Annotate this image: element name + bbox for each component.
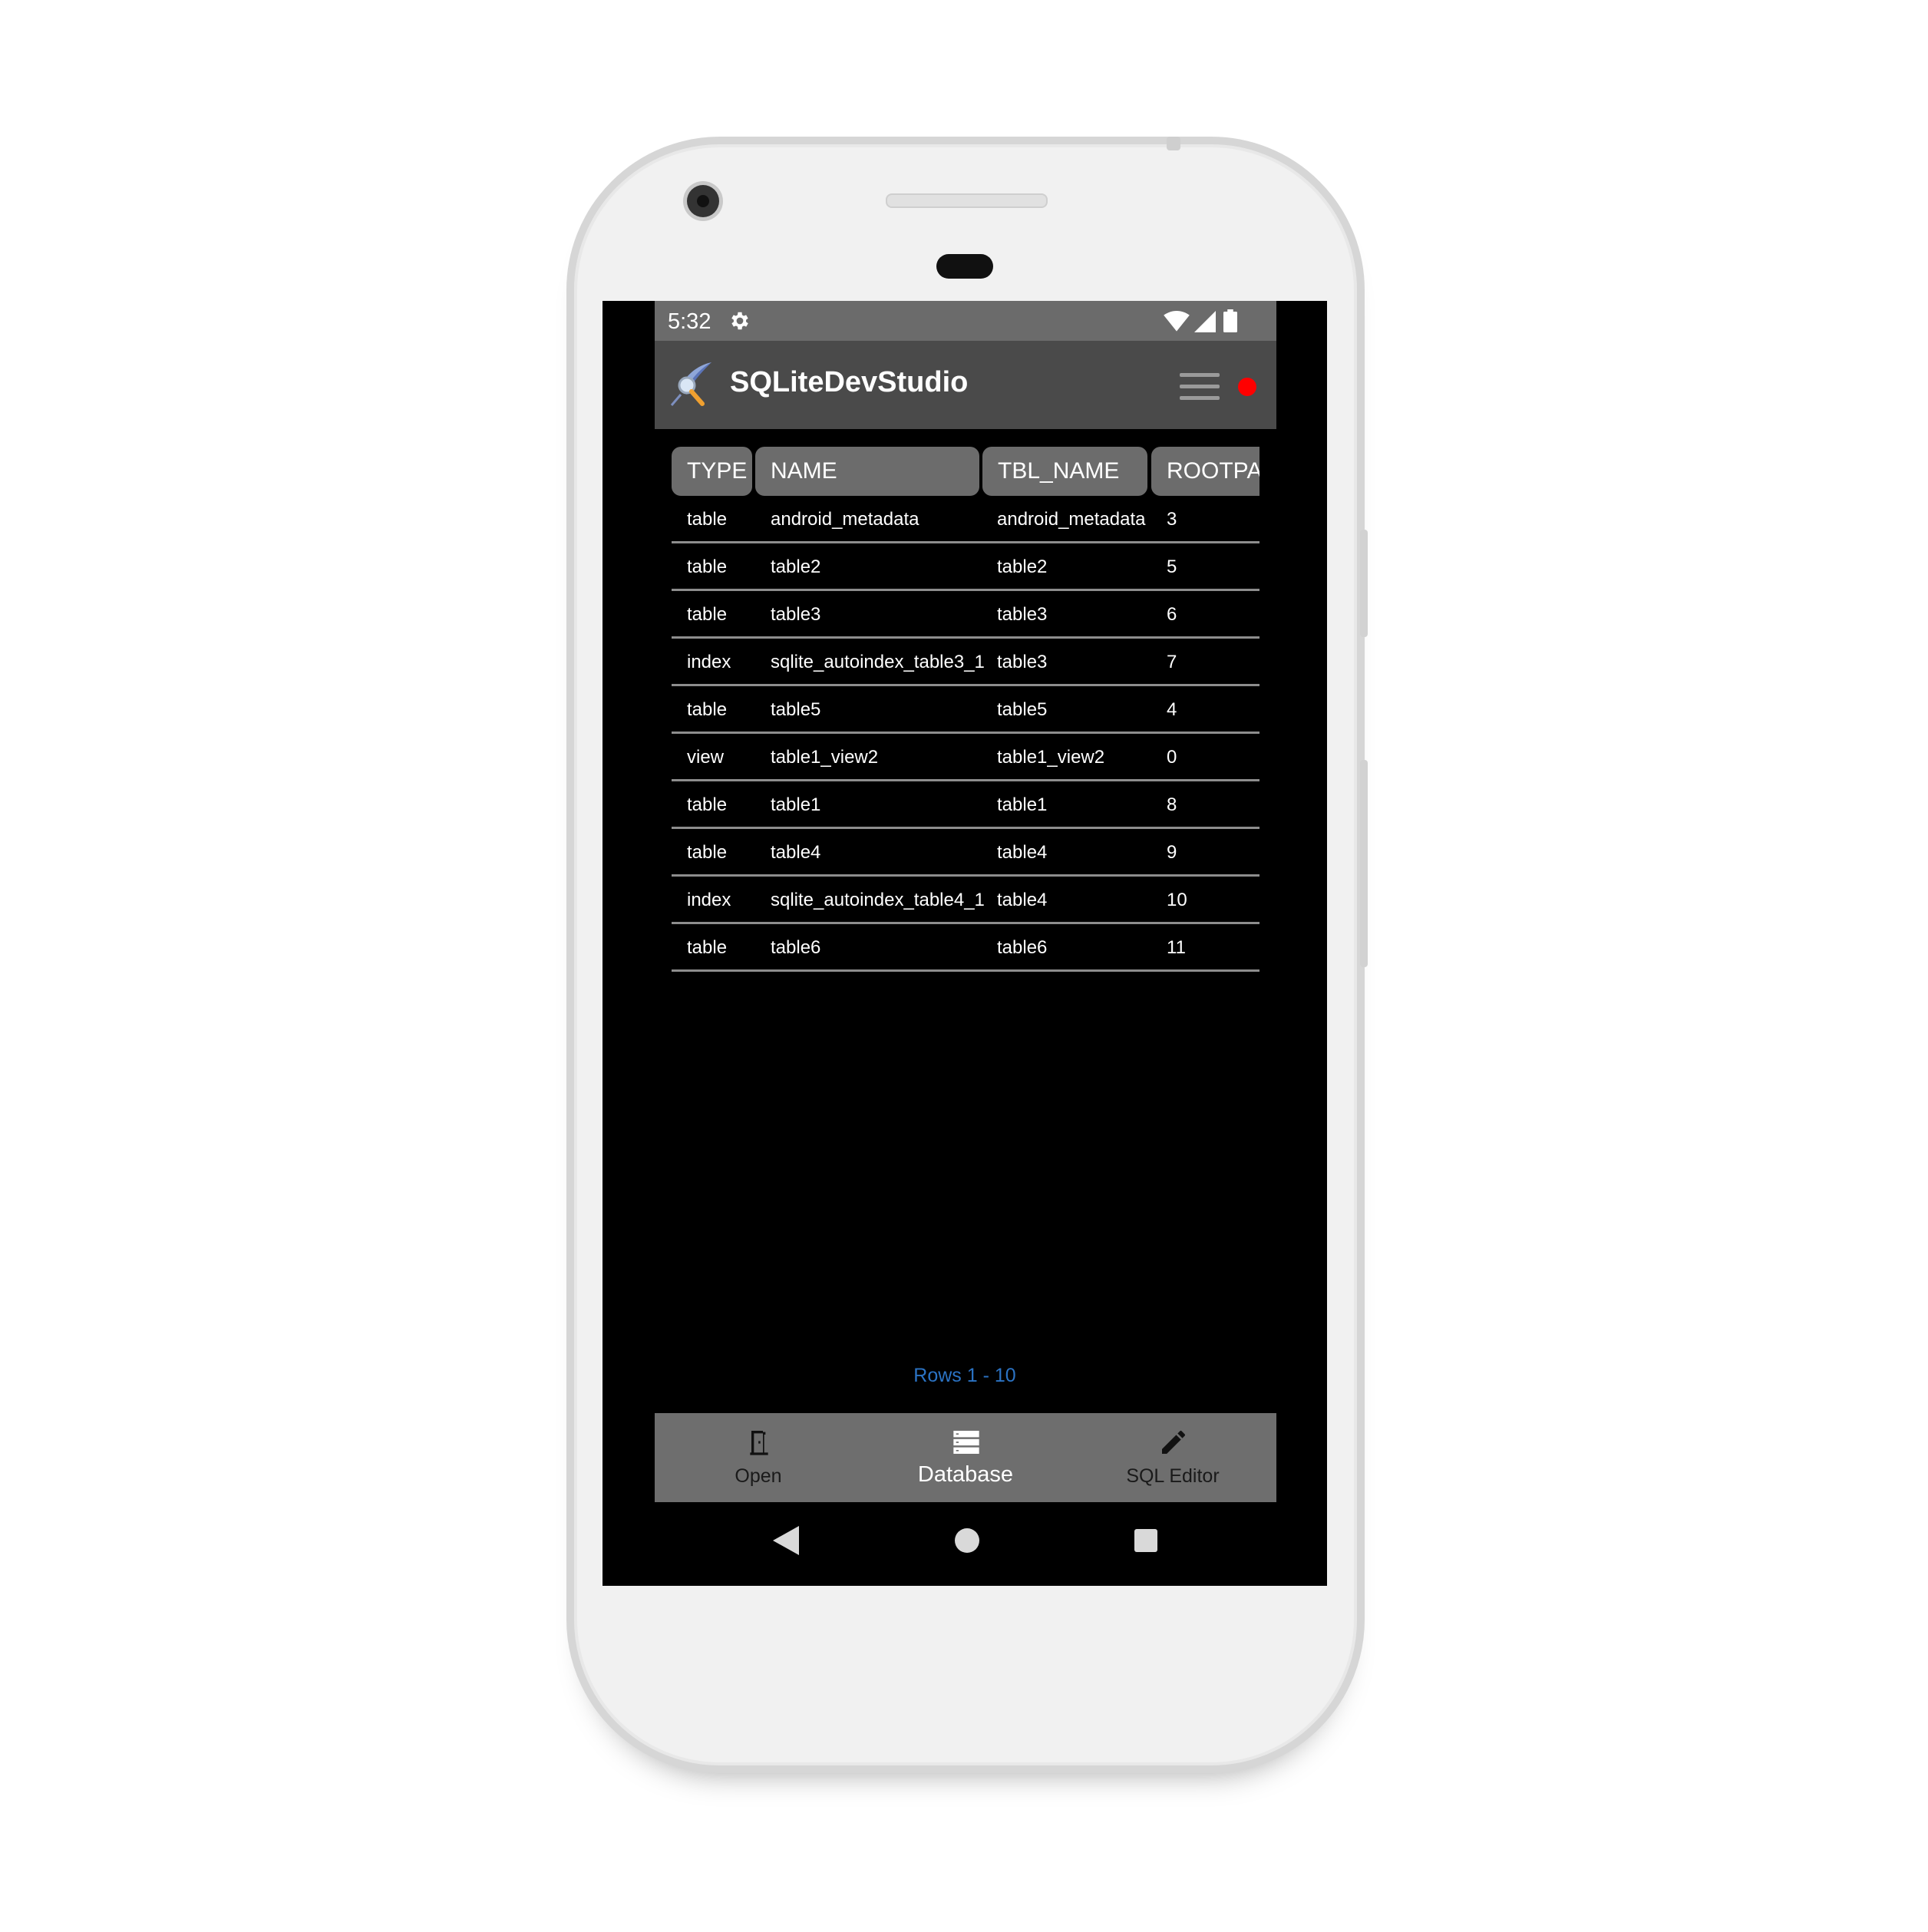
cell-type: index (687, 652, 731, 672)
table-row[interactable]: table android_metadata android_metadata 3 (672, 496, 1259, 543)
cell-tbl-name: table5 (997, 699, 1048, 720)
cell-type: table (687, 604, 728, 625)
cell-name: table2 (771, 556, 821, 577)
door-open-icon (750, 1431, 768, 1455)
volume-button (1360, 760, 1368, 967)
nav-database[interactable]: Database (862, 1413, 1069, 1502)
cell-name: sqlite_autoindex_table3_1 (771, 652, 985, 672)
sqlite-logo-icon (670, 362, 711, 406)
proximity-sensor (936, 254, 993, 279)
cell-tbl-name: table4 (997, 890, 1048, 910)
cell-type: table (687, 699, 728, 720)
hamburger-menu-icon[interactable] (1180, 373, 1220, 401)
app-bar: SQLiteDevStudio (655, 341, 1276, 429)
nav-open[interactable]: Open (655, 1413, 862, 1502)
cell-tbl-name: table4 (997, 842, 1048, 863)
cell-name: table5 (771, 699, 821, 720)
cell-tbl-name: table3 (997, 604, 1048, 625)
column-header-tbl-name[interactable]: TBL_NAME (982, 447, 1147, 496)
cell-rootpage: 0 (1167, 747, 1177, 768)
cell-name: table1_view2 (771, 747, 879, 768)
cell-name: android_metadata (771, 509, 919, 530)
cell-rootpage: 11 (1167, 937, 1186, 958)
query-results-table: TYPE NAME TBL_NAME ROOTPAG table android_… (672, 447, 1259, 972)
nav-sql-editor[interactable]: SQL Editor (1069, 1413, 1276, 1502)
cell-rootpage: 6 (1167, 604, 1177, 625)
nav-database-label: Database (917, 1462, 1014, 1487)
cell-tbl-name: table6 (997, 937, 1048, 958)
cell-tbl-name: android_metadata (997, 509, 1146, 530)
cell-tbl-name: table1_view2 (997, 747, 1105, 768)
gear-icon (731, 312, 748, 330)
table-row[interactable]: table table1 table1 8 (672, 781, 1259, 829)
nav-open-label: Open (735, 1465, 782, 1487)
cell-tbl-name: table1 (997, 794, 1048, 815)
cell-name: table6 (771, 937, 821, 958)
connection-status-dot (1238, 378, 1256, 396)
table-row[interactable]: table table4 table4 9 (672, 829, 1259, 877)
cell-type: table (687, 794, 728, 815)
power-button (1360, 530, 1368, 637)
table-row[interactable]: view table1_view2 table1_view2 0 (672, 734, 1259, 781)
front-camera (687, 185, 719, 217)
table-body: table android_metadata android_metadata 3 ta… (672, 496, 1259, 972)
cell-rootpage: 7 (1167, 652, 1177, 672)
cell-type: view (687, 747, 725, 768)
cell-rootpage: 9 (1167, 842, 1177, 863)
home-circle-icon[interactable] (955, 1528, 979, 1553)
cell-name: table4 (771, 842, 821, 863)
cell-name: sqlite_autoindex_table4_1 (771, 890, 985, 910)
cell-rootpage: 3 (1167, 509, 1177, 530)
status-time: 5:32 (668, 309, 711, 334)
column-header-name[interactable]: NAME (755, 447, 979, 496)
cell-tbl-name: table2 (997, 556, 1048, 577)
table-row[interactable]: index sqlite_autoindex_table3_1 table3 7 (672, 639, 1259, 686)
table-row[interactable]: table table6 table6 11 (672, 924, 1259, 972)
screen: 5:32 SQLiteDevStudio TYPE NAME TBL_NAME … (602, 301, 1327, 1586)
system-navigation-bar (602, 1518, 1327, 1564)
database-list-icon (953, 1431, 979, 1454)
antenna-line (1167, 137, 1180, 150)
back-triangle-icon[interactable] (773, 1526, 799, 1555)
cell-rootpage: 5 (1167, 556, 1177, 577)
table-row[interactable]: index sqlite_autoindex_table4_1 table4 10 (672, 877, 1259, 924)
cell-rootpage: 8 (1167, 794, 1177, 815)
status-bar: 5:32 (655, 301, 1276, 341)
cell-tbl-name: table3 (997, 652, 1048, 672)
table-header: TYPE NAME TBL_NAME ROOTPAG (672, 447, 1259, 496)
table-row[interactable]: table table2 table2 5 (672, 543, 1259, 591)
cell-name: table3 (771, 604, 821, 625)
table-row[interactable]: table table5 table5 4 (672, 686, 1259, 734)
cell-name: table1 (771, 794, 821, 815)
cell-signal-icon (1194, 311, 1216, 332)
cell-type: table (687, 556, 728, 577)
bottom-navigation: Open Database SQL Editor (655, 1413, 1276, 1502)
cell-rootpage: 4 (1167, 699, 1177, 720)
cell-type: index (687, 890, 731, 910)
column-header-rootpage[interactable]: ROOTPAG (1151, 447, 1259, 496)
rows-range-label: Rows 1 - 10 (913, 1365, 1016, 1386)
table-row[interactable]: table table3 table3 6 (672, 591, 1259, 639)
recents-square-icon[interactable] (1134, 1529, 1157, 1552)
cell-type: table (687, 509, 728, 530)
wifi-icon (1164, 311, 1190, 332)
earpiece-speaker (886, 193, 1048, 208)
app-title: SQLiteDevStudio (730, 366, 969, 398)
cell-type: table (687, 937, 728, 958)
pencil-icon (1162, 1431, 1185, 1454)
cell-rootpage: 10 (1167, 890, 1187, 910)
cell-type: table (687, 842, 728, 863)
nav-sql-editor-label: SQL Editor (1126, 1465, 1220, 1487)
battery-icon (1223, 309, 1237, 332)
column-header-type[interactable]: TYPE (672, 447, 752, 496)
